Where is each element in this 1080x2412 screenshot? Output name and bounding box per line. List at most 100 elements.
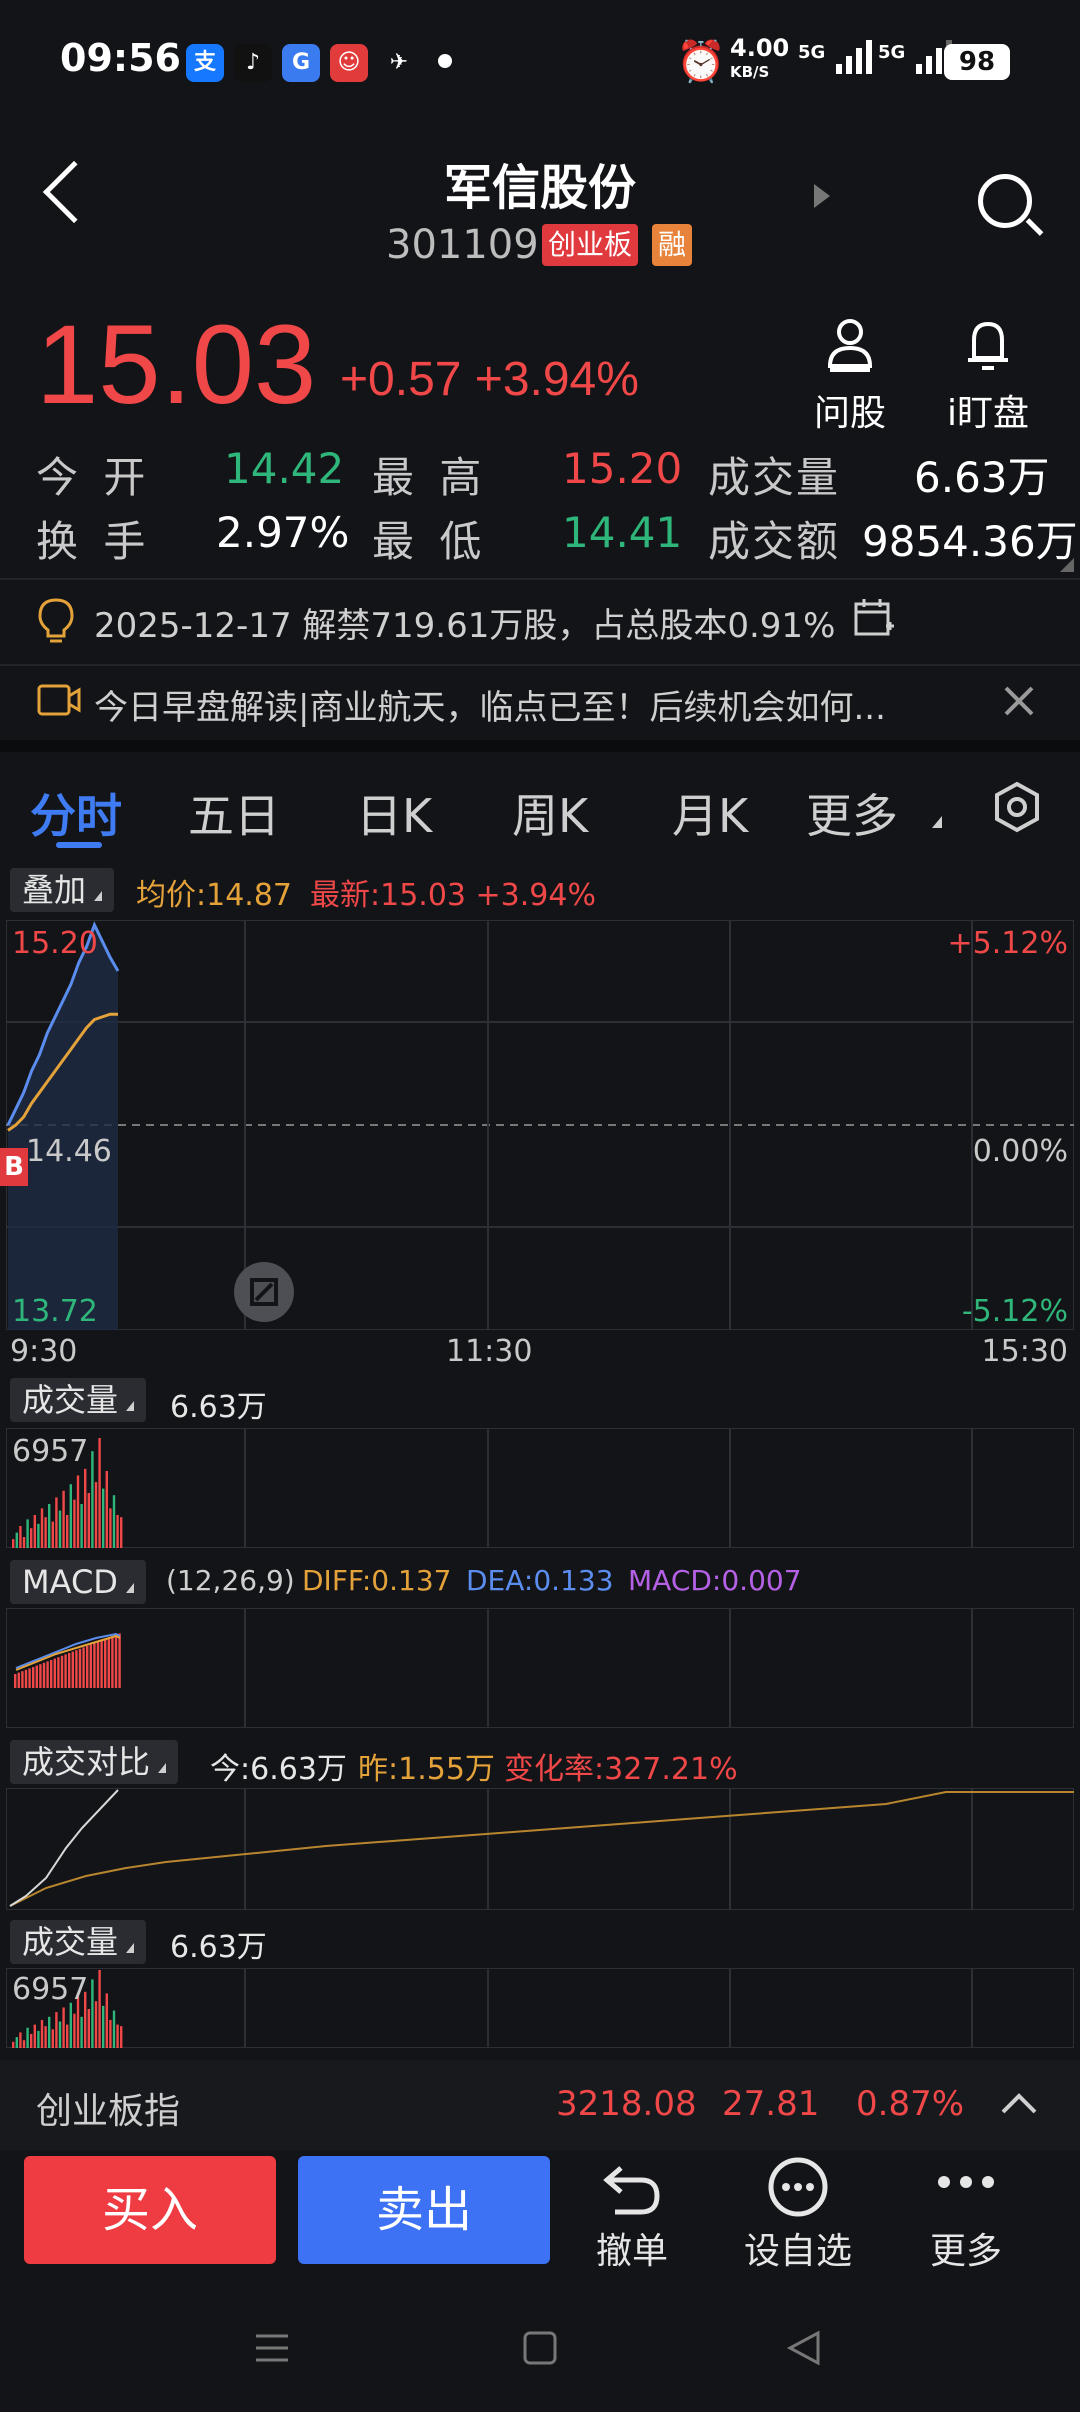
volume-indicator-dropdown[interactable]: 成交量 (10, 1378, 147, 1422)
signal-icon-1: 5G (798, 36, 878, 76)
volume-bar (19, 2032, 22, 2048)
calendar-icon[interactable] (852, 596, 896, 644)
tab-active-indicator (56, 842, 102, 848)
buy-button[interactable]: 买入 (24, 2156, 276, 2264)
macd-bar (53, 1658, 56, 1688)
volume-chart-2[interactable] (6, 1968, 1074, 2048)
y-axis-mid: 14.46 (26, 1134, 112, 1169)
macd-bar (21, 1671, 24, 1688)
volume-max-label: 6957 (12, 1434, 89, 1469)
more-button[interactable]: 更多 (896, 2156, 1036, 2274)
intraday-chart[interactable] (6, 920, 1074, 1330)
chevron-up-icon[interactable] (1000, 2090, 1038, 2120)
volume-bar (40, 1508, 44, 1548)
low-label: 最 低 (372, 517, 488, 566)
tab-weekly-k[interactable]: 周K (512, 780, 588, 846)
latest-price-label: 最新:15.03 +3.94% (310, 878, 596, 913)
tab-monthly-k[interactable]: 月K (672, 780, 748, 846)
volume-bar (105, 1993, 108, 2048)
volume-indicator-dropdown-2[interactable]: 成交量 (10, 1920, 147, 1964)
open-value: 14.42 (224, 444, 345, 493)
ask-stock-button[interactable]: 问股 (790, 312, 910, 436)
open-label: 今 开 (36, 453, 152, 502)
close-icon[interactable] (1002, 684, 1036, 722)
volume-bar (105, 1471, 108, 1548)
volume-bar (51, 2029, 54, 2048)
low-value: 14.41 (562, 508, 683, 557)
alipay-icon: 支 (186, 44, 224, 82)
volume-bar (94, 1482, 98, 1548)
compare-yesterday: 昨:1.55万 (358, 1752, 495, 1787)
macd-bar (96, 1641, 100, 1688)
add-watchlist-button[interactable]: 设自选 (728, 2156, 868, 2274)
volume-bar (30, 1528, 33, 1548)
current-price: 15.03 (36, 302, 317, 427)
x-axis-start: 9:30 (10, 1334, 78, 1369)
volume-bar (112, 1495, 116, 1548)
menu-icon[interactable] (254, 2330, 290, 2370)
macd-dropdown[interactable]: MACD (10, 1560, 146, 1604)
pct-axis-mid: 0.00% (972, 1134, 1068, 1169)
overlay-dropdown[interactable]: 叠加 (10, 868, 115, 912)
bell-icon (928, 312, 1048, 376)
search-icon[interactable] (978, 174, 1032, 228)
y-axis-high: 15.20 (12, 926, 98, 961)
volume-bar (98, 1970, 101, 2048)
volume-bar (73, 1499, 76, 1548)
amount-label: 成交额 (708, 517, 841, 566)
volume-bar (66, 2024, 69, 2048)
volume-bar (58, 2021, 62, 2048)
volume-chart[interactable] (6, 1428, 1074, 1548)
compare-dropdown[interactable]: 成交对比 (10, 1740, 179, 1784)
macd-bar (71, 1651, 74, 1688)
volume-bar (26, 1519, 29, 1548)
macd-bar (107, 1637, 110, 1688)
volume-bar (44, 1517, 47, 1548)
tab-daily-k[interactable]: 日K (356, 780, 432, 846)
volume-bar (73, 2013, 76, 2048)
volume-total: 6.63万 (170, 1390, 267, 1425)
unlock-notice[interactable]: 2025-12-17 解禁719.61万股，占总股本0.91% (94, 598, 835, 647)
macd-chart[interactable] (6, 1608, 1074, 1728)
macd-bar (50, 1660, 53, 1688)
compare-rate: 变化率:327.21% (504, 1752, 738, 1787)
cancel-order-button[interactable]: 撤单 (562, 2156, 702, 2274)
back-triangle-icon[interactable] (786, 2330, 822, 2370)
watch-button[interactable]: i盯盘 (928, 312, 1048, 436)
macd-bar (28, 1668, 31, 1688)
next-stock-icon[interactable] (814, 184, 830, 208)
macd-bar (17, 1672, 20, 1688)
battery-icon: 98 (944, 44, 1010, 80)
volume-bar (69, 1484, 72, 1548)
stock-code: 301109 (386, 222, 539, 268)
expand-corner-icon[interactable] (1060, 558, 1074, 572)
settings-icon[interactable] (990, 780, 1044, 838)
volume-bar (33, 2024, 36, 2048)
fullscreen-icon[interactable] (234, 1262, 294, 1322)
macd-bar (111, 1636, 114, 1688)
tab-five-day[interactable]: 五日 (188, 780, 280, 846)
bulb-icon (36, 596, 76, 648)
pct-axis-high: +5.12% (947, 926, 1068, 961)
tab-intraday[interactable]: 分时 (30, 780, 122, 846)
sell-button[interactable]: 卖出 (298, 2156, 550, 2264)
app-icon: G (282, 44, 320, 82)
volume-bar (80, 1504, 83, 1548)
more-notifications-icon (438, 54, 452, 68)
macd-params: (12,26,9) (166, 1564, 295, 1597)
buy-marker: B (0, 1148, 28, 1186)
volume-bar (94, 2001, 98, 2048)
index-bar[interactable]: 创业板指 3218.08 27.81 0.87% (0, 2060, 1080, 2150)
home-icon[interactable] (522, 2330, 558, 2370)
macd-bar (57, 1657, 60, 1688)
macd-bar (86, 1646, 89, 1688)
volume-bar (55, 2012, 58, 2048)
macd-bar (14, 1674, 17, 1688)
tab-more[interactable]: 更多 (806, 780, 898, 846)
compare-chart[interactable] (6, 1788, 1074, 1910)
price-change: +0.57 +3.94% (340, 353, 639, 406)
clock: 09:56 (60, 36, 181, 80)
high-label: 最 高 (372, 453, 488, 502)
video-notice[interactable]: 今日早盘解读|商业航天，临点已至！后续机会如何... (94, 680, 886, 729)
volume-bar (15, 1532, 18, 1548)
